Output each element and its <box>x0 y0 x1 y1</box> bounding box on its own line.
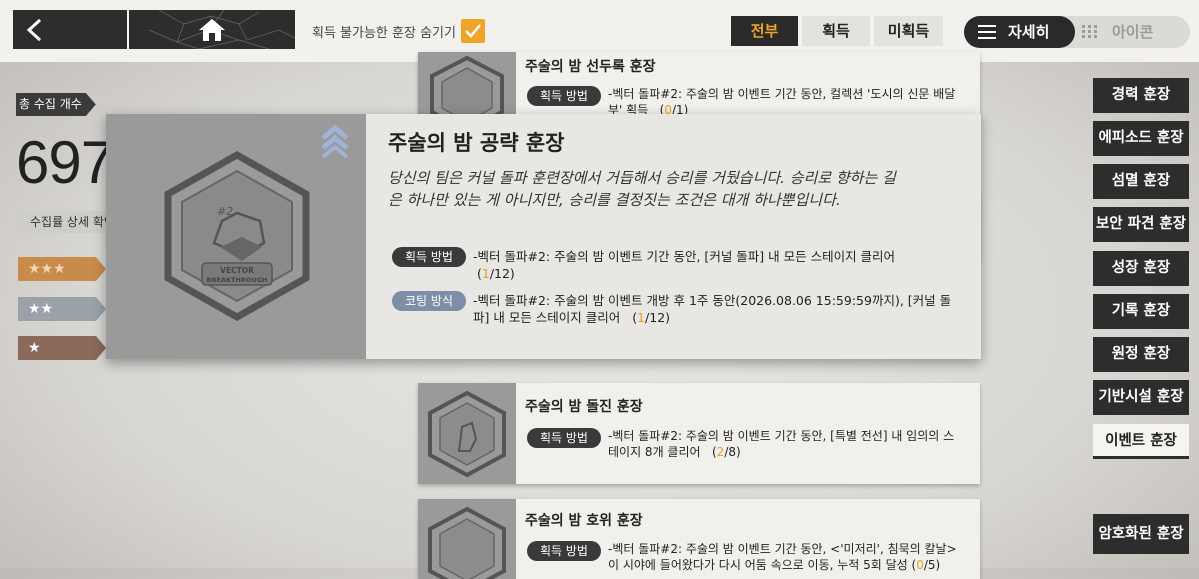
total-collected-label: 총 수집 개수 <box>16 93 96 116</box>
category-record[interactable]: 기록 훈장 <box>1093 294 1189 329</box>
view-detail-label: 자세히 <box>1008 23 1050 41</box>
category-infrastructure[interactable]: 기반시설 훈장 <box>1093 380 1189 415</box>
back-button[interactable] <box>13 10 127 49</box>
medal-detail-popup: VECTOR BREAKTHROUGH #2 주술의 밤 공략 훈장 당신의 팀… <box>106 114 981 359</box>
medal-title: 주술의 밤 호위 훈장 <box>525 513 643 529</box>
acquire-method-badge: 획득 방법 <box>527 86 601 106</box>
view-icon-label: 아이콘 <box>1112 23 1154 41</box>
hexagon-medal-icon <box>428 391 506 477</box>
medal-condition: -벡터 돌파#2: 주술의 밤 이벤트 기간 동안, 컬렉션 '도시의 신문 배… <box>608 87 956 117</box>
checkmark-icon <box>465 24 481 38</box>
star-rank-badge: ★ <box>18 336 106 360</box>
hexagon-medal-icon <box>428 507 506 579</box>
category-career[interactable]: 경력 훈장 <box>1093 78 1189 113</box>
svg-text:#2: #2 <box>217 205 233 218</box>
medal-title: 주술의 밤 선두록 훈장 <box>525 59 656 75</box>
medal-detail-flavor-text: 당신의 팀은 커널 돌파 훈련장에서 거듭해서 승리를 거뒀습니다. 승리로 향… <box>388 169 896 209</box>
coating-condition: -벡터 돌파#2: 주술의 밤 이벤트 개방 후 1주 동안(2026.08.0… <box>473 293 952 325</box>
acquire-method-description: -벡터 돌파#2: 주술의 밤 이벤트 기간 동안, [커널 돌파] 내 모든 … <box>473 249 896 281</box>
medal-description: -벡터 돌파#2: 주술의 밤 이벤트 기간 동안, [특별 전선] 내 임의의… <box>608 429 955 459</box>
medal-card[interactable]: 주술의 밤 호위 훈장 획득 방법 -벡터 돌파#2: 주술의 밤 이벤트 기간… <box>418 499 980 579</box>
category-annihilation[interactable]: 섬멸 훈장 <box>1093 164 1189 199</box>
category-growth[interactable]: 성장 훈장 <box>1093 251 1189 286</box>
medal-thumbnail <box>418 499 516 579</box>
medal-detail-info: 주술의 밤 공략 훈장 당신의 팀은 커널 돌파 훈련장에서 거듭해서 승리를 … <box>366 114 981 359</box>
tab-acquired[interactable]: 획득 <box>802 16 870 46</box>
medal-detail-title: 주술의 밤 공략 훈장 <box>388 131 565 155</box>
coating-method-description: -벡터 돌파#2: 주술의 밤 이벤트 개방 후 1주 동안(2026.08.0… <box>473 293 952 325</box>
home-icon <box>199 19 225 41</box>
hide-unavailable-label: 획득 불가능한 훈장 숨기기 <box>312 26 456 41</box>
rank-chevron-icon <box>321 124 349 158</box>
progress-current: 1 <box>481 266 490 281</box>
category-event[interactable]: 이벤트 훈장 <box>1093 424 1189 459</box>
category-security-dispatch[interactable]: 보안 파견 훈장 <box>1093 207 1189 242</box>
grid-icon <box>1082 25 1097 38</box>
progress-current: 0 <box>916 558 924 572</box>
medal-thumbnail <box>418 383 516 484</box>
view-detail-button[interactable]: 자세히 <box>964 16 1075 48</box>
acquire-method-badge: 획득 방법 <box>392 247 466 267</box>
medal-description: -벡터 돌파#2: 주술의 밤 이벤트 기간 동안, <'미저리', 침묵의 칼… <box>608 542 957 572</box>
star-rank-badge: ★★★ <box>18 257 106 281</box>
medal-title: 주술의 밤 돌진 훈장 <box>525 399 643 415</box>
tab-not-acquired[interactable]: 미획득 <box>874 16 943 46</box>
acquire-condition: -벡터 돌파#2: 주술의 밤 이벤트 기간 동안, [커널 돌파] 내 모든 … <box>473 249 896 264</box>
progress-current: 1 <box>637 310 646 325</box>
chevron-left-icon <box>26 18 42 42</box>
svg-text:VECTOR: VECTOR <box>220 266 254 275</box>
category-episode[interactable]: 에피소드 훈장 <box>1093 121 1189 156</box>
list-icon <box>978 25 996 39</box>
medal-large-icon: VECTOR BREAKTHROUGH #2 <box>164 151 310 321</box>
home-button[interactable] <box>129 10 295 49</box>
coating-method-badge: 코팅 방식 <box>392 291 466 311</box>
progress-total: /5) <box>923 558 941 572</box>
hide-unavailable-checkbox[interactable] <box>461 19 485 43</box>
view-mode-toggle: 자세히 아이콘 <box>964 16 1190 48</box>
category-expedition[interactable]: 원정 훈장 <box>1093 337 1189 372</box>
category-encrypted[interactable]: 암호화된 훈장 <box>1093 514 1189 554</box>
medal-condition: -벡터 돌파#2: 주술의 밤 이벤트 기간 동안, [특별 전선] 내 임의의… <box>608 429 955 459</box>
medal-card[interactable]: 주술의 밤 돌진 훈장 획득 방법 -벡터 돌파#2: 주술의 밤 이벤트 기간… <box>418 383 980 484</box>
medal-detail-image: VECTOR BREAKTHROUGH #2 <box>106 114 366 359</box>
star-rank-badge: ★★ <box>18 297 106 321</box>
svg-text:BREAKTHROUGH: BREAKTHROUGH <box>207 276 268 284</box>
tab-all[interactable]: 전부 <box>731 16 798 46</box>
progress-total: /12) <box>489 266 515 281</box>
progress-total: /12) <box>645 310 671 325</box>
progress-total: /8) <box>724 445 741 459</box>
acquire-method-badge: 획득 방법 <box>527 428 601 448</box>
total-collected-value: 697 <box>16 129 114 196</box>
acquire-method-badge: 획득 방법 <box>527 541 601 561</box>
